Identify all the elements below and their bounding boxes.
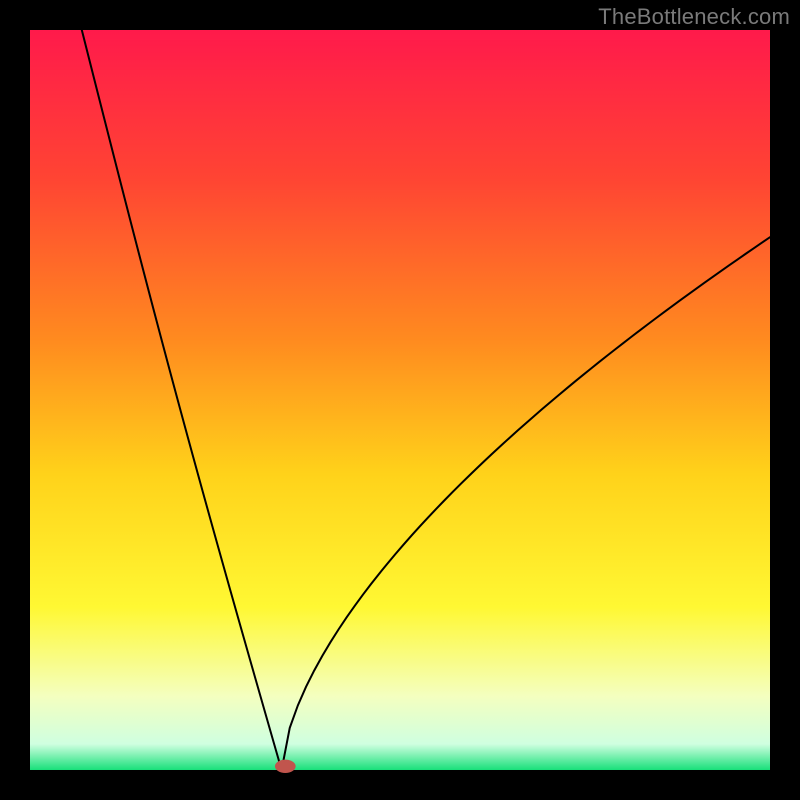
chart-svg [0, 0, 800, 800]
watermark: TheBottleneck.com [598, 4, 790, 30]
notch-marker [275, 760, 296, 773]
plot-background [30, 30, 770, 770]
chart-root: TheBottleneck.com [0, 0, 800, 800]
